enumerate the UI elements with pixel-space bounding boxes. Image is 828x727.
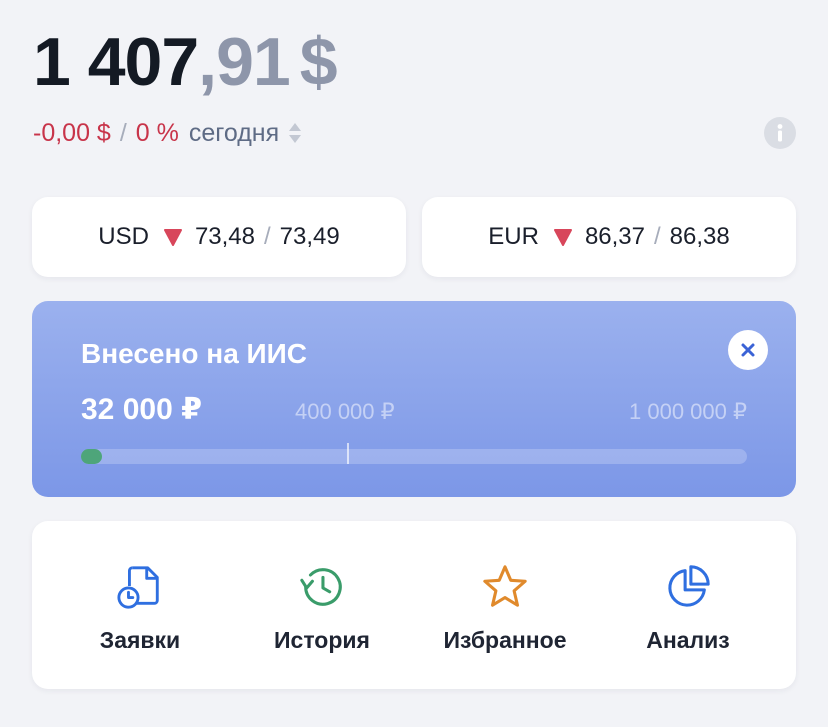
info-icon[interactable] <box>764 117 796 149</box>
currency-card-usd[interactable]: USD 73,48 / 73,49 <box>32 197 406 277</box>
orders-button[interactable]: Заявки <box>50 563 230 653</box>
change-separator: / <box>119 119 127 147</box>
currency-bid: 73,48 <box>194 223 255 250</box>
currency-separator: / <box>264 223 271 250</box>
down-triangle-icon <box>553 229 572 246</box>
currency-separator: / <box>654 223 661 250</box>
analysis-button[interactable]: Анализ <box>598 563 778 653</box>
quick-actions: Заявки История Избранное Анализ <box>32 521 796 689</box>
favorites-button[interactable]: Избранное <box>415 563 595 653</box>
currency-ask: 86,38 <box>669 223 730 250</box>
iis-milestone-tick <box>347 443 350 464</box>
currency-bid: 86,37 <box>584 223 645 250</box>
change-amount: -0,00 $ <box>33 119 111 147</box>
daily-change[interactable]: -0,00 $ / 0 % сегодня <box>33 116 303 150</box>
pie-chart-icon <box>668 565 710 607</box>
orders-clock-icon <box>117 566 159 609</box>
balance-fraction: ,91 <box>198 24 291 100</box>
iis-title: Внесено на ИИС <box>81 338 308 369</box>
iis-progress-fill <box>81 449 103 464</box>
action-label: Анализ <box>646 627 730 653</box>
portfolio-balance: 1 407,91 $ <box>33 22 338 102</box>
portfolio-screen: 1 407,91 $ -0,00 $ / 0 % сегодня USD 73,4… <box>0 0 828 727</box>
sort-arrows-icon[interactable] <box>287 120 303 146</box>
iis-limit-label: 1 000 000 ₽ <box>629 399 747 424</box>
close-icon[interactable] <box>728 330 768 370</box>
currency-code: EUR <box>488 223 539 250</box>
currency-card-eur[interactable]: EUR 86,37 / 86,38 <box>422 197 796 277</box>
action-label: Заявки <box>99 627 181 653</box>
iis-progress-bar <box>81 443 747 464</box>
iis-deposit-card[interactable]: Внесено на ИИС 32 000 ₽ 400 000 ₽ 1 000 … <box>32 301 796 497</box>
balance-integer: 1 407 <box>33 24 199 100</box>
down-triangle-icon <box>163 229 182 246</box>
currency-code: USD <box>98 223 149 250</box>
action-label: История <box>274 627 370 653</box>
balance-currency: $ <box>299 24 338 100</box>
star-icon <box>483 565 527 607</box>
history-icon <box>300 568 342 606</box>
currency-ask: 73,49 <box>279 223 340 250</box>
change-period: сегодня <box>188 119 280 147</box>
iis-deposited-amount: 32 000 ₽ <box>81 393 202 426</box>
action-label: Избранное <box>443 627 567 653</box>
change-percent: 0 % <box>135 119 179 147</box>
history-button[interactable]: История <box>232 563 412 653</box>
iis-milestone-label: 400 000 ₽ <box>295 399 395 424</box>
